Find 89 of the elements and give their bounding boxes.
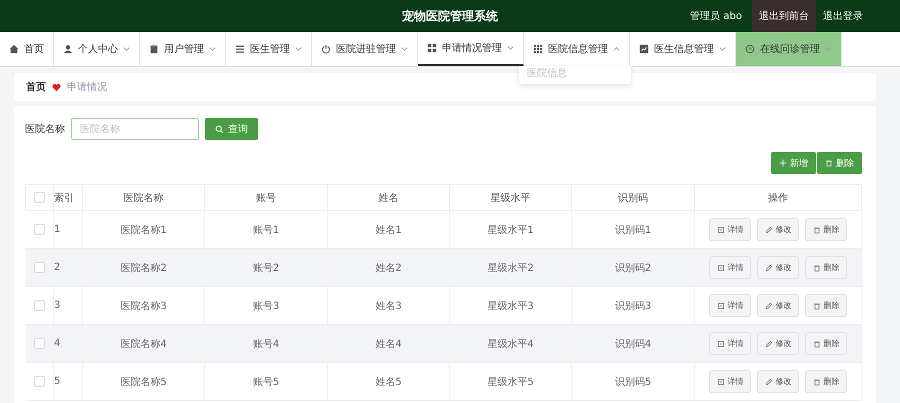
edit-button[interactable]: 修改 xyxy=(757,370,799,393)
table-cell: 星级水平5 xyxy=(450,362,572,400)
pencil-icon xyxy=(764,302,772,310)
table-cell: 姓名5 xyxy=(328,362,450,400)
pencil-icon xyxy=(764,378,772,386)
trash-icon xyxy=(812,340,820,348)
detail-button[interactable]: 详情 xyxy=(709,370,751,393)
checkbox[interactable] xyxy=(34,300,45,311)
pencil-icon xyxy=(764,340,772,348)
document-icon xyxy=(716,226,724,234)
grid-icon xyxy=(427,43,437,53)
detail-button[interactable]: 详情 xyxy=(709,332,751,355)
document-icon xyxy=(716,302,724,310)
table-cell: 星级水平2 xyxy=(450,248,572,286)
checkbox[interactable] xyxy=(34,192,45,203)
header-link[interactable]: 退出登录 xyxy=(816,0,870,32)
column-header: 账号 xyxy=(204,184,328,210)
clock-icon xyxy=(745,44,755,54)
detail-button[interactable]: 详情 xyxy=(709,218,751,241)
delete-button[interactable]: 删除 xyxy=(805,370,847,393)
table-cell: 账号4 xyxy=(204,324,328,362)
search-field[interactable]: 医院名称 xyxy=(71,118,199,140)
document-icon xyxy=(716,264,724,272)
pencil-icon xyxy=(764,264,772,272)
detail-button[interactable]: 详情 xyxy=(709,256,751,279)
nav-tab[interactable]: 医院进驻管理 xyxy=(312,32,418,66)
chart-icon xyxy=(639,44,649,54)
clipboard-icon xyxy=(149,44,159,54)
person-icon xyxy=(63,44,73,54)
column-header: 医院名称 xyxy=(82,184,204,210)
user-name: 管理员 abo xyxy=(690,10,742,23)
trash-icon xyxy=(812,302,820,310)
column-header: 操作 xyxy=(694,184,862,210)
search-icon xyxy=(215,124,224,134)
checkbox[interactable] xyxy=(34,376,45,387)
table-cell: 5 xyxy=(54,362,82,400)
pencil-icon xyxy=(764,226,772,234)
grid-icon xyxy=(533,44,543,54)
trash-icon xyxy=(812,264,820,272)
heart-icon xyxy=(52,82,61,92)
edit-button[interactable]: 修改 xyxy=(757,294,799,317)
edit-button[interactable]: 修改 xyxy=(757,332,799,355)
nav-tab[interactable]: 用户管理 xyxy=(140,32,226,66)
delete-button[interactable]: 删除 xyxy=(805,294,847,317)
checkbox[interactable] xyxy=(34,262,45,273)
edit-button[interactable]: 修改 xyxy=(757,218,799,241)
table-cell: 识别码4 xyxy=(572,324,694,362)
table-cell: 医院名称2 xyxy=(82,248,204,286)
column-header: 索引 xyxy=(54,184,82,210)
edit-button[interactable]: 修改 xyxy=(757,256,799,279)
document-icon xyxy=(716,378,724,386)
document-icon xyxy=(716,340,724,348)
table-cell: 4 xyxy=(54,324,82,362)
detail-button[interactable]: 详情 xyxy=(709,294,751,317)
delete-button[interactable]: 删除 xyxy=(805,218,847,241)
nav-tab[interactable]: 在线问诊管理 xyxy=(736,32,842,66)
trash-icon xyxy=(812,378,820,386)
checkbox[interactable] xyxy=(34,338,45,349)
nav-tab[interactable]: 申请情况管理 xyxy=(418,32,524,66)
table-cell: 医院名称5 xyxy=(82,362,204,400)
table-cell: 2 xyxy=(54,248,82,286)
trash-icon xyxy=(812,226,820,234)
table-cell: 账号2 xyxy=(204,248,328,286)
column-header: 姓名 xyxy=(328,184,450,210)
header-link[interactable]: 退出到前台 xyxy=(752,0,816,32)
plus-icon xyxy=(779,159,787,167)
column-header: 星级水平 xyxy=(450,184,572,210)
nav-tab[interactable]: 个人中心 xyxy=(54,32,140,66)
delete-button[interactable]: 删除 xyxy=(805,332,847,355)
table-cell: 识别码2 xyxy=(572,248,694,286)
table-cell: 账号5 xyxy=(204,362,328,400)
table-cell: 星级水平4 xyxy=(450,324,572,362)
power-icon xyxy=(321,44,331,54)
nav-tab[interactable]: 医生管理 xyxy=(226,32,312,66)
breadcrumb-item: 申请情况 xyxy=(67,80,107,94)
home-icon xyxy=(9,44,19,54)
column-header: 识别码 xyxy=(572,184,694,210)
table-cell: 识别码5 xyxy=(572,362,694,400)
table-cell: 姓名2 xyxy=(328,248,450,286)
field-label: 医院名称 xyxy=(25,122,65,136)
app-title: 宠物医院管理系统 xyxy=(402,8,498,22)
delete-button[interactable]: 删除 xyxy=(805,256,847,279)
breadcrumb-item[interactable]: 首页 xyxy=(26,80,46,94)
checkbox[interactable] xyxy=(34,224,45,235)
trash-icon xyxy=(825,159,833,167)
table-cell: 姓名4 xyxy=(328,324,450,362)
list-icon xyxy=(235,44,245,54)
nav-tab[interactable]: 首页 xyxy=(0,32,54,66)
table-cell: 医院名称4 xyxy=(82,324,204,362)
